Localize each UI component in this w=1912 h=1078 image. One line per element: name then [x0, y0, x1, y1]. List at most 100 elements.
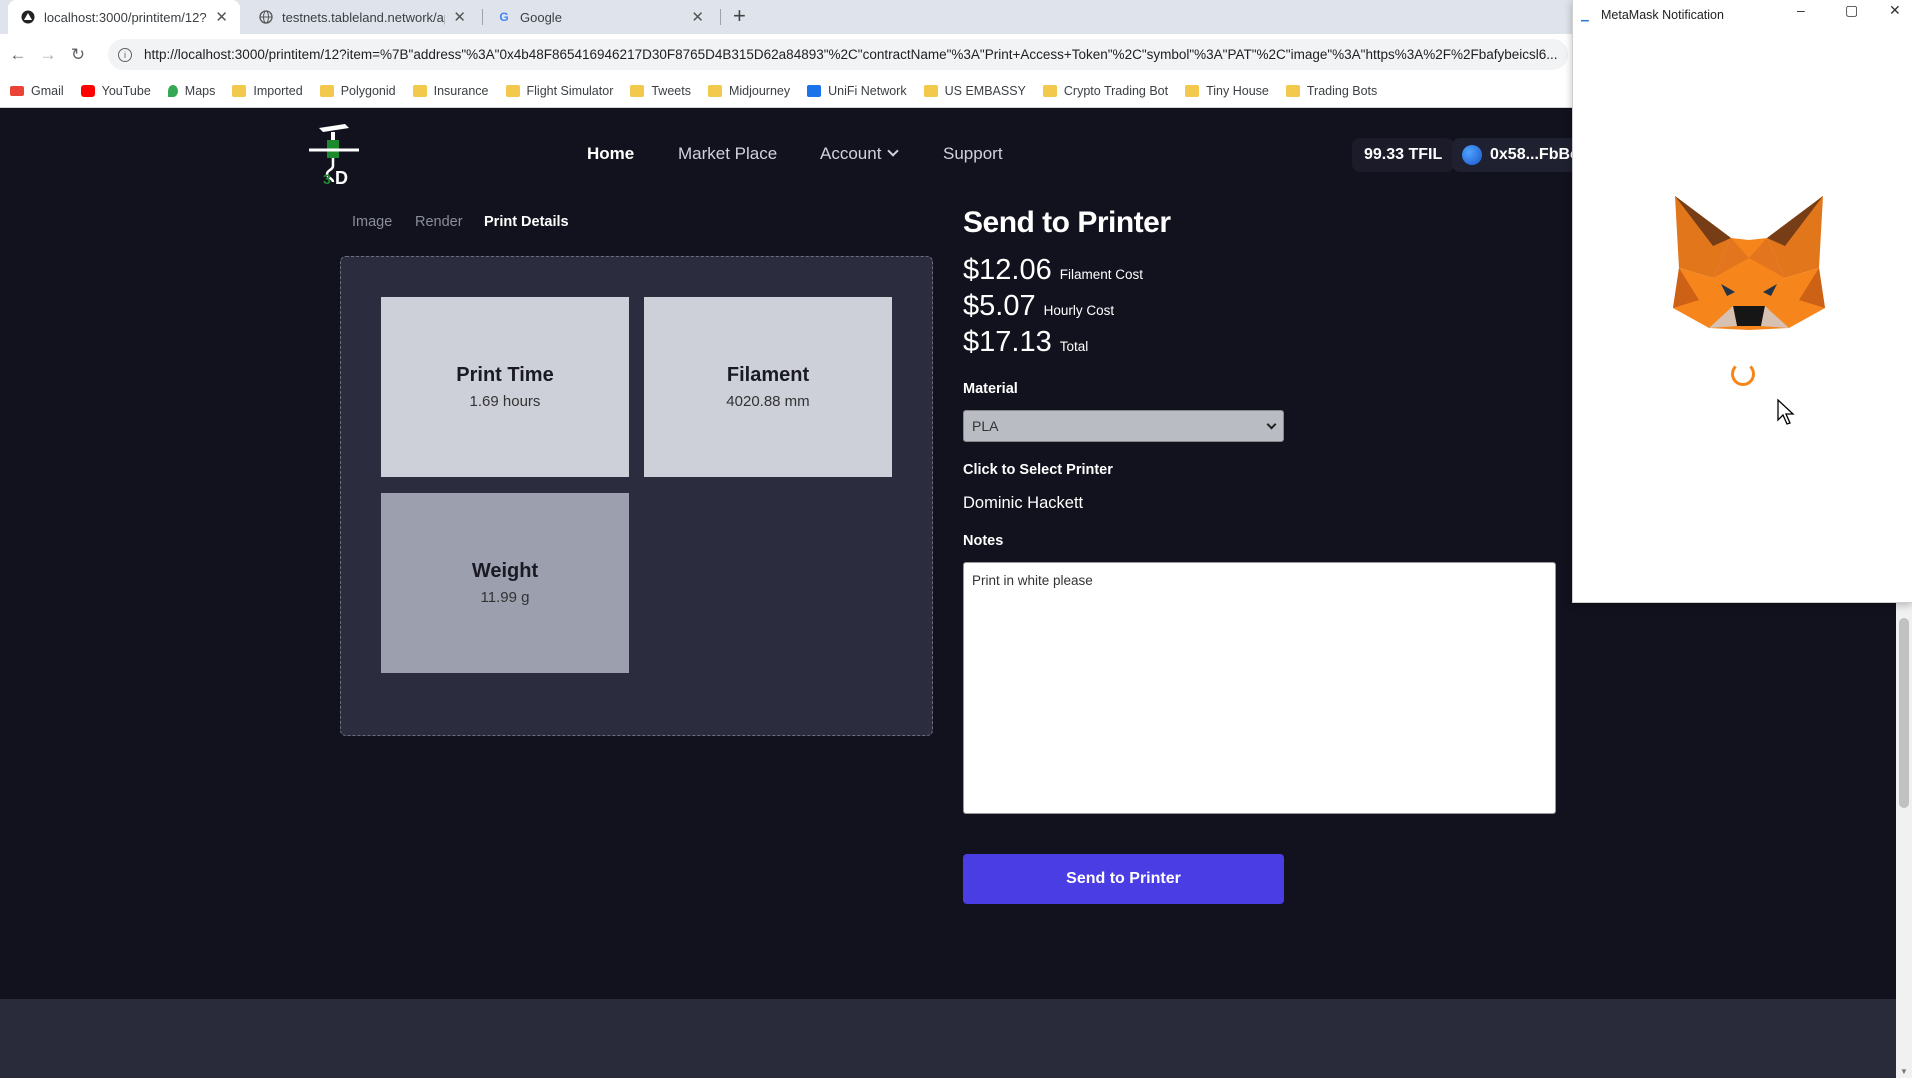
total-cost: $17.13 Total [963, 326, 1088, 359]
loading-spinner-icon [1731, 362, 1755, 386]
bookmark-folder[interactable]: Crypto Trading Bot [1042, 84, 1168, 98]
page-title: Send to Printer [963, 206, 1171, 239]
address-bar[interactable]: i http://localhost:3000/printitem/12?ite… [108, 39, 1568, 70]
bookmark-youtube[interactable]: YouTube [80, 84, 151, 98]
google-icon: G [499, 10, 509, 24]
close-tab-icon[interactable]: ✕ [453, 8, 466, 26]
new-tab-icon[interactable]: + [733, 3, 746, 29]
print-details-panel: Print Time 1.69 hours Filament 4020.88 m… [340, 256, 933, 736]
bookmark-maps[interactable]: Maps [167, 84, 215, 98]
reload-icon[interactable]: ↻ [66, 45, 90, 65]
card-label: Filament [726, 364, 810, 386]
footer [0, 999, 1896, 1078]
close-icon[interactable]: ✕ [1889, 2, 1901, 19]
bookmarks-bar: Gmail YouTube Maps Imported Polygonid In… [0, 75, 1572, 108]
card-value: 4020.88 mm [726, 393, 810, 410]
folder-icon [1185, 85, 1200, 97]
tab-title: localhost:3000/printitem/12?item [44, 9, 207, 25]
avatar [1462, 145, 1482, 165]
folder-icon [1042, 85, 1057, 97]
url-text: http://localhost:3000/printitem/12?item=… [144, 47, 1558, 62]
material-value: PLA [972, 418, 999, 434]
browser-tab[interactable]: testnets.tableland.network/api/v ✕ [246, 0, 478, 34]
maximize-icon[interactable]: ▢ [1845, 2, 1858, 19]
bookmark-folder[interactable]: Imported [232, 84, 303, 98]
folder-icon [319, 85, 334, 97]
window-title-bar: ▁ MetaMask Notification – ▢ ✕ [1573, 0, 1912, 30]
notes-label: Notes [963, 533, 1004, 549]
browser-tab-active[interactable]: localhost:3000/printitem/12?item ✕ [8, 0, 240, 34]
printer-label: Click to Select Printer [963, 462, 1113, 478]
app-favicon-icon [20, 9, 36, 25]
tab-image[interactable]: Image [352, 214, 392, 230]
close-tab-icon[interactable]: ✕ [691, 8, 704, 26]
bookmark-folder[interactable]: Tweets [630, 84, 691, 98]
maps-icon [167, 85, 178, 97]
metamask-fox-icon [1673, 196, 1825, 330]
folder-icon [923, 85, 938, 97]
chevron-down-icon [1266, 419, 1277, 430]
hourly-cost-value: $5.07 [963, 290, 1036, 322]
svg-text:3: 3 [323, 171, 331, 186]
unifi-icon [807, 85, 822, 97]
material-select[interactable]: PLA [963, 410, 1284, 442]
folder-icon [232, 85, 247, 97]
wallet-balance: 99.33 TFIL [1352, 138, 1455, 172]
folder-icon [412, 85, 427, 97]
site-info-icon[interactable]: i [118, 47, 132, 62]
metamask-notification-window: ▁ MetaMask Notification – ▢ ✕ [1572, 0, 1912, 603]
window-title: MetaMask Notification [1601, 8, 1724, 22]
tab-print-details[interactable]: Print Details [484, 214, 569, 230]
card-value: 11.99 g [480, 589, 530, 606]
notes-textarea[interactable]: Print in white please [963, 562, 1556, 814]
hourly-cost-label: Hourly Cost [1043, 303, 1115, 318]
filament-cost-value: $12.06 [963, 254, 1052, 286]
tab-title: Google [520, 9, 562, 25]
wallet-address-button[interactable]: 0x58...FbBe [1452, 138, 1572, 172]
nav-market-place[interactable]: Market Place [678, 144, 777, 164]
chevron-down-icon [887, 145, 900, 157]
browser-tab[interactable]: G Google ✕ [484, 0, 716, 34]
nav-support[interactable]: Support [943, 144, 1003, 164]
tab-title: testnets.tableland.network/api/v [282, 9, 445, 25]
bookmark-folder[interactable]: US EMBASSY [923, 84, 1026, 98]
forward-icon[interactable]: → [36, 45, 60, 65]
total-cost-label: Total [1059, 339, 1089, 354]
card-value: 1.69 hours [469, 393, 541, 410]
bookmark-folder[interactable]: Trading Bots [1285, 84, 1377, 98]
mouse-cursor-icon [1777, 398, 1795, 425]
bookmark-folder[interactable]: Polygonid [319, 84, 396, 98]
print-time-card: Print Time 1.69 hours [381, 297, 629, 477]
card-label: Weight [471, 560, 539, 582]
tab-render[interactable]: Render [415, 214, 463, 230]
nav-home[interactable]: Home [587, 144, 634, 164]
hourly-cost: $5.07 Hourly Cost [963, 290, 1114, 323]
app-logo-icon[interactable]: D 3 [305, 122, 363, 186]
printer-option[interactable]: Dominic Hackett [963, 494, 1083, 513]
bookmark-folder[interactable]: Midjourney [707, 84, 790, 98]
youtube-icon [80, 85, 95, 97]
filament-card: Filament 4020.88 mm [644, 297, 892, 477]
metamask-small-icon: ▁ [1581, 11, 1589, 22]
filament-cost-label: Filament Cost [1059, 267, 1143, 282]
bookmark-unifi[interactable]: UniFi Network [807, 84, 907, 98]
back-icon[interactable]: ← [6, 45, 30, 65]
send-to-printer-button[interactable]: Send to Printer [963, 854, 1284, 904]
weight-card: Weight 11.99 g [381, 493, 629, 673]
card-label: Print Time [456, 364, 554, 386]
bookmark-folder[interactable]: Tiny House [1185, 84, 1269, 98]
folder-icon [1285, 85, 1300, 97]
globe-icon [258, 9, 274, 25]
scrollbar-thumb[interactable] [1899, 618, 1909, 808]
bookmark-gmail[interactable]: Gmail [10, 84, 64, 98]
total-cost-value: $17.13 [963, 326, 1052, 358]
minimize-icon[interactable]: – [1797, 2, 1805, 18]
browser-toolbar: ← → ↻ i http://localhost:3000/printitem/… [0, 34, 1572, 75]
scroll-down-icon[interactable]: ▼ [1900, 1067, 1908, 1076]
svg-text:D: D [335, 168, 348, 186]
close-tab-icon[interactable]: ✕ [215, 8, 228, 26]
bookmark-folder[interactable]: Flight Simulator [505, 84, 613, 98]
bookmark-folder[interactable]: Insurance [412, 84, 489, 98]
nav-account[interactable]: Account [820, 144, 900, 164]
folder-icon [707, 85, 722, 97]
